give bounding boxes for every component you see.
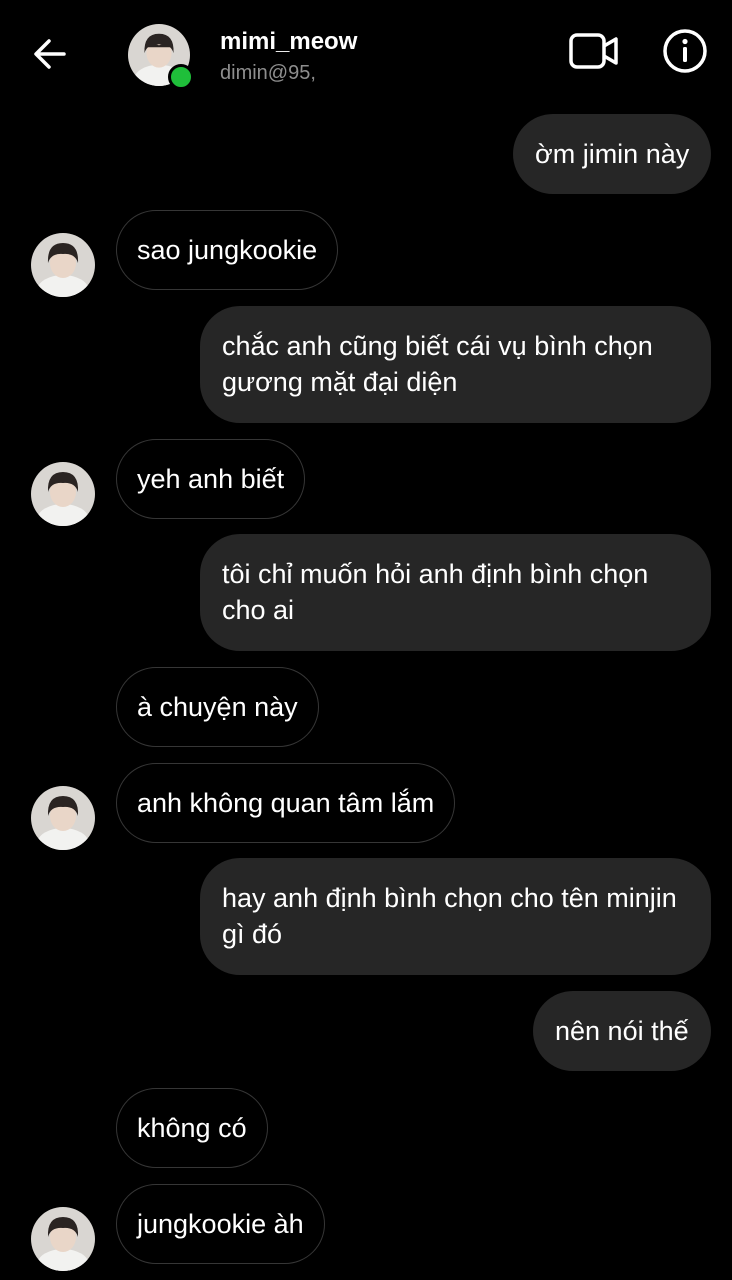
- message-text: nên nói thế: [555, 1016, 689, 1046]
- arrow-left-icon: [34, 39, 66, 69]
- message-text: hay anh định bình chọn cho tên minjin gì…: [222, 883, 677, 949]
- incoming-message[interactable]: yeh anh biết: [116, 439, 306, 519]
- sender-avatar[interactable]: [31, 233, 95, 297]
- message-text: à chuyện này: [137, 692, 298, 722]
- online-status-indicator: [168, 64, 194, 90]
- incoming-message[interactable]: anh không quan tâm lắm: [116, 763, 456, 843]
- contact-handle: dimin@95,: [220, 62, 316, 84]
- message-text: chắc anh cũng biết cái vụ bình chọn gươn…: [222, 331, 653, 397]
- incoming-message[interactable]: à chuyện này: [116, 667, 319, 747]
- sender-avatar[interactable]: [31, 1207, 95, 1271]
- incoming-message[interactable]: jungkookie àh: [116, 1184, 325, 1264]
- avatar-image: [31, 233, 95, 297]
- message-text: jungkookie àh: [137, 1209, 304, 1239]
- message-text: sao jungkookie: [137, 235, 318, 265]
- outgoing-message[interactable]: nên nói thế: [533, 991, 711, 1071]
- avatar-image: [31, 786, 95, 850]
- outgoing-message[interactable]: ờm jimin này: [513, 114, 712, 194]
- video-call-button[interactable]: [566, 28, 622, 74]
- message-text: anh không quan tâm lắm: [137, 788, 435, 818]
- outgoing-message[interactable]: tôi chỉ muốn hỏi anh định bình chọn cho …: [200, 534, 711, 651]
- sender-avatar[interactable]: [31, 786, 95, 850]
- avatar-image: [31, 462, 95, 526]
- message-text: yeh anh biết: [137, 464, 285, 494]
- incoming-message[interactable]: không có: [116, 1088, 268, 1168]
- conversation-info-button[interactable]: [660, 26, 710, 76]
- info-icon: [663, 29, 707, 73]
- incoming-message[interactable]: sao jungkookie: [116, 210, 339, 290]
- contact-avatar[interactable]: [128, 24, 194, 90]
- video-camera-icon: [569, 33, 618, 69]
- back-button[interactable]: [28, 32, 72, 76]
- message-text: ờm jimin này: [535, 139, 690, 169]
- contact-name[interactable]: mimi_meow: [220, 28, 357, 56]
- sender-avatar[interactable]: [31, 462, 95, 526]
- outgoing-message[interactable]: chắc anh cũng biết cái vụ bình chọn gươn…: [200, 306, 711, 423]
- avatar-image: [31, 1207, 95, 1271]
- chat-header: mimi_meow dimin@95,: [0, 0, 732, 105]
- outgoing-message[interactable]: hay anh định bình chọn cho tên minjin gì…: [200, 858, 711, 975]
- message-text: tôi chỉ muốn hỏi anh định bình chọn cho …: [222, 559, 649, 625]
- message-text: không có: [137, 1113, 247, 1143]
